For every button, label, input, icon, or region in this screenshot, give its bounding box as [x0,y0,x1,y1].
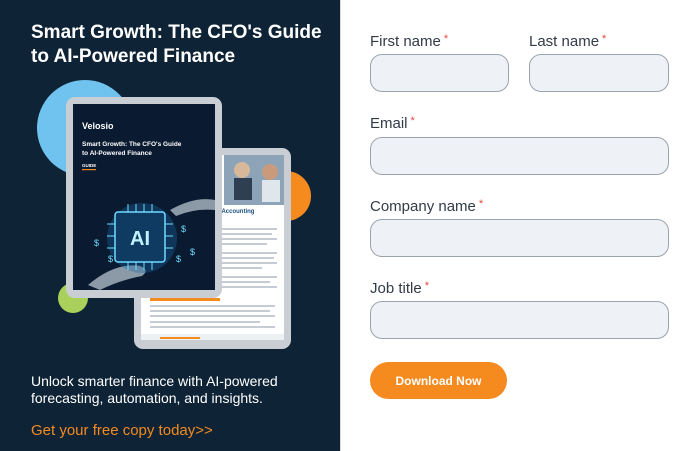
front-tablet: AI $ $ $ $ $ Velosio Smart Growth: The C… [66,97,222,298]
get-free-copy-link[interactable]: Get your free copy today>> [31,422,213,439]
required-marker: * [602,33,607,45]
svg-text:$: $ [94,238,99,248]
download-form: First name * Last name * Email * Company na… [340,0,700,451]
company-name-label: Company name * [370,198,484,215]
promo-description: Unlock smarter finance with AI-powered f… [31,373,278,406]
required-marker: * [478,198,484,210]
svg-text:$: $ [108,254,113,264]
svg-text:$: $ [181,224,186,234]
company-name-input[interactable] [370,219,669,257]
last-name-input[interactable] [529,54,669,92]
svg-text:$: $ [176,254,181,264]
svg-text:$: $ [190,247,195,257]
first-name-label: First name * [370,33,449,50]
required-marker: * [424,280,429,292]
required-marker: * [443,33,449,45]
last-name-label: Last name * [529,33,607,50]
form-border [340,0,341,451]
email-label: Email * [370,115,415,132]
job-title-label: Job title * [370,280,429,297]
promo-panel: Smart Growth: The CFO's Guide to AI-Powe… [0,0,340,451]
ai-chip-badge: AI [130,228,150,250]
ebook-cover-tag: GUIDE [82,163,96,168]
ebook-brand: Velosio [82,121,114,131]
required-marker: * [410,115,415,127]
download-now-button[interactable]: Download Now [370,362,507,399]
first-name-input[interactable] [370,54,509,92]
job-title-input[interactable] [370,301,669,339]
email-input[interactable] [370,137,669,175]
